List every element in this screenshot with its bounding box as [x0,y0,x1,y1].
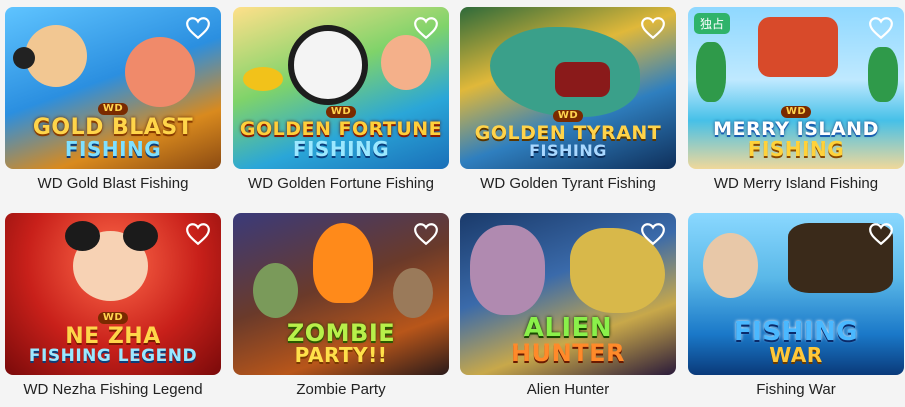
character-art [703,233,758,298]
game-title[interactable]: Alien Hunter [460,381,676,398]
heart-outline-icon[interactable] [413,16,439,40]
dinosaur-mouth-art [555,62,610,97]
game-logo: ALIEN HUNTER [511,313,625,367]
game-title[interactable]: Zombie Party [233,381,449,398]
game-thumbnail[interactable]: WD GOLDEN TYRANT FISHING [460,7,676,169]
game-title[interactable]: Fishing War [688,381,904,398]
game-logo: FISHING WAR [733,317,859,367]
game-card[interactable]: WD GOLDEN TYRANT FISHING WD Golden Tyran… [460,7,676,192]
game-logo: WD GOLDEN TYRANT FISHING [474,110,662,160]
wd-badge: WD [325,106,357,118]
game-title[interactable]: WD Nezha Fishing Legend [5,381,221,398]
bomb-art [13,47,35,69]
game-card[interactable]: FISHING WAR Fishing War [688,213,904,398]
game-logo: WD GOLD BLAST FISHING [32,103,194,161]
game-thumbnail[interactable]: FISHING WAR [688,213,904,375]
wd-badge: WD [97,103,129,115]
heart-outline-icon[interactable] [868,16,894,40]
hair-art [65,221,100,251]
flame-character-art [313,223,373,303]
game-title[interactable]: WD Gold Blast Fishing [5,175,221,192]
game-card[interactable]: ZOMBIE PARTY!! Zombie Party [233,213,449,398]
game-thumbnail[interactable]: ALIEN HUNTER [460,213,676,375]
game-title[interactable]: WD Golden Fortune Fishing [233,175,449,192]
heart-outline-icon[interactable] [868,222,894,246]
game-thumbnail[interactable]: ZOMBIE PARTY!! [233,213,449,375]
character-art [125,37,195,107]
heart-outline-icon[interactable] [640,222,666,246]
game-card[interactable]: WD NE ZHA FISHING LEGEND WD Nezha Fishin… [5,213,221,398]
hair-art [123,221,158,251]
wd-badge: WD [97,312,129,324]
game-logo: WD GOLDEN FORTUNE FISHING [239,106,443,161]
game-card[interactable]: ALIEN HUNTER Alien Hunter [460,213,676,398]
game-logo: ZOMBIE PARTY!! [286,319,396,367]
game-card[interactable]: WD MERRY ISLAND FISHING 独占 WD Merry Isla… [688,7,904,192]
game-title[interactable]: WD Golden Tyrant Fishing [460,175,676,192]
game-thumbnail[interactable]: WD MERRY ISLAND FISHING 独占 [688,7,904,169]
character-art [381,35,431,90]
heart-outline-icon[interactable] [640,16,666,40]
game-logo: WD MERRY ISLAND FISHING [713,106,879,161]
game-grid: WD GOLD BLAST FISHING WD Gold Blast Fish… [0,0,905,407]
game-title[interactable]: WD Merry Island Fishing [688,175,904,192]
heart-outline-icon[interactable] [413,222,439,246]
palm-tree-art [868,47,898,102]
heart-outline-icon[interactable] [185,16,211,40]
zombie-art [253,263,298,318]
totem-art [758,17,838,77]
game-card[interactable]: WD GOLDEN FORTUNE FISHING WD Golden Fort… [233,7,449,192]
gold-art [243,67,283,91]
heart-outline-icon[interactable] [185,222,211,246]
game-logo: WD NE ZHA FISHING LEGEND [28,312,198,366]
wd-badge: WD [780,106,812,118]
character-art [288,25,368,105]
game-thumbnail[interactable]: WD GOLDEN FORTUNE FISHING [233,7,449,169]
palm-tree-art [696,42,726,102]
game-thumbnail[interactable]: WD GOLD BLAST FISHING [5,7,221,169]
wd-badge: WD [552,110,584,122]
exclusive-tag: 独占 [694,13,731,34]
zombie-art [393,268,433,318]
game-card[interactable]: WD GOLD BLAST FISHING WD Gold Blast Fish… [5,7,221,192]
game-thumbnail[interactable]: WD NE ZHA FISHING LEGEND [5,213,221,375]
alien-art [470,225,545,315]
